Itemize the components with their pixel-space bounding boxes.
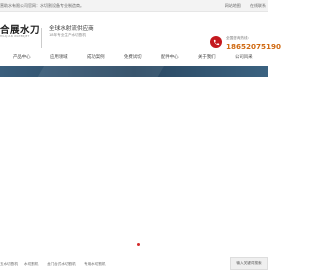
nav-item-applications[interactable]: 应用领域 <box>50 54 68 60</box>
slogan-subtitle: 18年专业生产水切割机 <box>49 33 86 37</box>
nav-item-products[interactable]: 产品中心 <box>13 54 31 60</box>
search-button[interactable]: 输入关键词搜索 <box>230 257 268 270</box>
top-links: 网站地图 在线联系 <box>217 2 266 9</box>
nav-item-company[interactable]: 公司风采 <box>235 54 253 60</box>
online-contact-link[interactable]: 在线联系 <box>250 3 266 8</box>
banner-highlight <box>33 66 167 77</box>
top-bar: 营助水有限公司官网：水切割设备专业制造商。 网站地图 在线联系 <box>0 0 268 12</box>
slider-dot[interactable] <box>137 243 140 246</box>
logo-divider <box>41 28 42 48</box>
footer-link-2[interactable]: 水切割机 <box>24 262 38 267</box>
footer-link-1[interactable]: 五水切割机 <box>0 262 18 267</box>
phone-icon <box>210 36 222 48</box>
nav-item-parts[interactable]: 配件中心 <box>161 54 179 60</box>
slogan: 全球水射流供应商 <box>49 26 94 32</box>
sitemap-link[interactable]: 网站地图 <box>225 3 241 8</box>
banner-image-area <box>0 77 268 255</box>
footer-links: 五水切割机 水切割机 龙门台式水切割机 专用水切割机 <box>0 260 268 270</box>
main-nav: 产品中心 应用领域 成功案例 免费试切 配件中心 关于我们 公司风采 <box>0 50 268 66</box>
logo-text: 合展水刀 <box>0 25 41 36</box>
nav-item-about[interactable]: 关于我们 <box>198 54 216 60</box>
hero-banner <box>0 66 268 77</box>
nav-item-cases[interactable]: 成功案例 <box>87 54 105 60</box>
footer-link-3[interactable]: 龙门台式水切割机 <box>47 262 76 267</box>
hotline-label: 全国咨询热线： <box>226 36 252 40</box>
logo[interactable]: 合展水刀 HUAJIAN WATERJET <box>0 22 44 46</box>
site-header: 合展水刀 HUAJIAN WATERJET 全球水射流供应商 18年专业生产水切… <box>0 12 281 51</box>
welcome-text: 营助水有限公司官网：水切割设备专业制造商。 <box>0 3 84 8</box>
logo-subtext: HUAJIAN WATERJET <box>0 35 30 38</box>
nav-item-free-trial[interactable]: 免费试切 <box>124 54 142 60</box>
footer-link-4[interactable]: 专用水切割机 <box>84 262 106 267</box>
